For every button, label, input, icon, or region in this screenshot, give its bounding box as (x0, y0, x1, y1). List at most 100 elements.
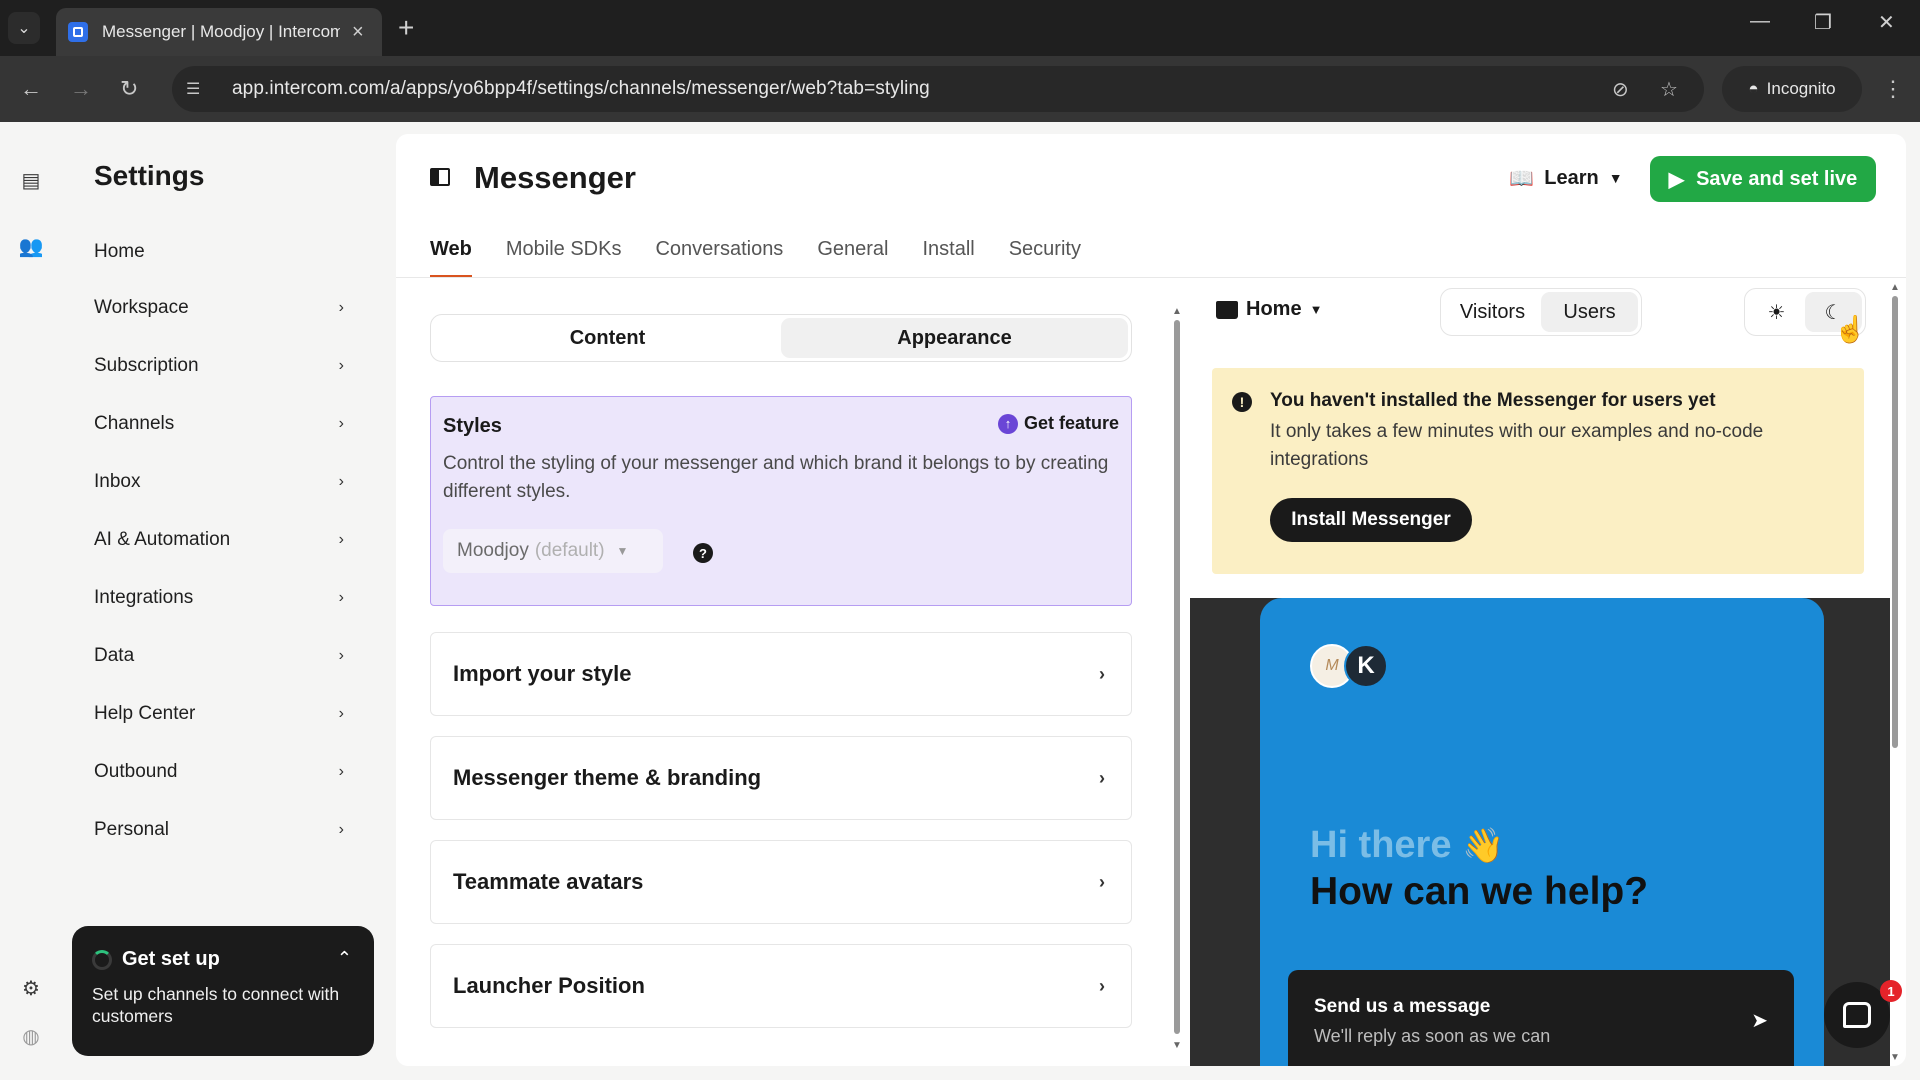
contacts-icon[interactable]: 👥 (19, 234, 44, 258)
scroll-up-icon[interactable]: ▲ (1890, 282, 1900, 293)
bookmark-star-icon[interactable]: ☆ (1660, 66, 1678, 112)
sidebar-item-help-center[interactable]: Help Center › (86, 692, 372, 736)
browser-tab-bar: ⌄ Messenger | Moodjoy | Intercom × + — ❐… (0, 0, 1920, 56)
warning-title: You haven't installed the Messenger for … (1270, 390, 1716, 411)
settings-gear-icon[interactable]: ⚙ (19, 976, 43, 1000)
style-default-tag: (default) (534, 540, 605, 561)
sidebar-item-label: Outbound (94, 761, 178, 782)
profile-avatar-icon[interactable]: ◍ (19, 1024, 43, 1048)
learn-button[interactable]: 📖 Learn ▼ (1504, 156, 1628, 200)
info-icon: ! (1232, 392, 1252, 412)
sidebar-item-subscription[interactable]: Subscription › (86, 344, 372, 388)
browser-tab[interactable]: Messenger | Moodjoy | Intercom × (56, 8, 382, 56)
chat-bubble-icon (1843, 1002, 1871, 1028)
close-window-icon[interactable]: ✕ (1878, 10, 1895, 35)
tab-web[interactable]: Web (430, 238, 472, 278)
tab-mobile-sdks[interactable]: Mobile SDKs (506, 238, 622, 278)
sidebar-item-workspace[interactable]: Workspace › (86, 286, 372, 330)
sidebar-item-personal[interactable]: Personal › (86, 808, 372, 852)
style-select[interactable]: Moodjoy (default) ▼ (443, 529, 663, 573)
tab-conversations[interactable]: Conversations (655, 238, 783, 278)
users-option[interactable]: Users (1541, 292, 1638, 332)
tracking-protection-icon[interactable]: ⊘ (1612, 66, 1629, 112)
sidebar-toggle-icon[interactable] (430, 168, 450, 186)
launcher-position-accordion[interactable]: Launcher Position › (430, 944, 1132, 1028)
visitors-option[interactable]: Visitors (1444, 292, 1541, 332)
teammate-avatars-accordion[interactable]: Teammate avatars › (430, 840, 1132, 924)
sidebar-item-data[interactable]: Data › (86, 634, 372, 678)
messenger-stage: M K Hi there 👋 How can we help? Send us … (1190, 598, 1890, 1066)
scroll-up-icon[interactable]: ▲ (1172, 306, 1182, 317)
warning-text: It only takes a few minutes with our exa… (1270, 421, 1764, 470)
send-title: Send us a message (1314, 996, 1491, 1017)
appearance-segment[interactable]: Appearance (781, 318, 1128, 358)
sidebar-item-label: Data (94, 645, 135, 666)
tab-security[interactable]: Security (1009, 238, 1081, 278)
forward-icon[interactable]: → (70, 76, 92, 102)
incognito-indicator[interactable]: ◓ Incognito (1722, 66, 1862, 112)
book-icon: 📖 (1509, 167, 1535, 190)
import-style-accordion[interactable]: Import your style › (430, 632, 1132, 716)
sidebar-item-integrations[interactable]: Integrations › (86, 576, 372, 620)
back-icon[interactable]: ← (20, 76, 42, 102)
sidebar-item-label: Home (94, 241, 145, 262)
sidebar-item-label: Help Center (94, 703, 196, 724)
sidebar-item-ai-automation[interactable]: AI & Automation › (86, 518, 372, 562)
restore-icon[interactable]: ❐ (1814, 10, 1832, 35)
greeting-label: Hi there (1310, 824, 1452, 866)
chevron-down-icon: ▼ (1608, 170, 1623, 186)
save-and-set-live-button[interactable]: ▶ Save and set live (1650, 156, 1876, 202)
tab-general[interactable]: General (817, 238, 888, 278)
scrollbar-thumb[interactable] (1892, 296, 1898, 748)
mouse-cursor-icon: ☝ (1834, 314, 1867, 344)
browser-menu-icon[interactable]: ⋮ (1882, 76, 1904, 102)
minimize-icon[interactable]: — (1750, 10, 1770, 33)
sidebar-item-home[interactable]: Home (86, 230, 372, 274)
scrollbar-thumb[interactable] (1174, 320, 1180, 1034)
messenger-widget: M K Hi there 👋 How can we help? Send us … (1260, 598, 1824, 1066)
light-mode-icon[interactable]: ☀ (1748, 292, 1805, 332)
teammate-avatar: K (1344, 644, 1388, 688)
get-set-up-card[interactable]: Get set up ⌃ Set up channels to connect … (72, 926, 374, 1056)
sidebar-title: Settings (94, 160, 205, 191)
incognito-icon: ◓ (1748, 79, 1759, 98)
preview-page-label: Home (1246, 298, 1302, 320)
reload-icon[interactable]: ↻ (120, 76, 138, 102)
get-feature-button[interactable]: ↑ Get feature (997, 413, 1119, 434)
audience-toggle: Visitors Users (1440, 288, 1642, 336)
site-info-icon[interactable]: ☰ (186, 79, 216, 99)
sidebar-item-outbound[interactable]: Outbound › (86, 750, 372, 794)
tab-install[interactable]: Install (922, 238, 974, 278)
theme-branding-accordion[interactable]: Messenger theme & branding › (430, 736, 1132, 820)
styles-description: Control the styling of your messenger an… (443, 453, 1109, 502)
preview-scrollbar[interactable]: ▲ ▼ (1890, 282, 1900, 1066)
address-bar[interactable]: ☰ app.intercom.com/a/apps/yo6bpp4f/setti… (172, 66, 1704, 112)
chevron-up-icon[interactable]: ⌃ (337, 948, 352, 969)
chevron-down-icon: ▼ (1309, 302, 1323, 317)
scroll-down-icon[interactable]: ▼ (1172, 1040, 1182, 1051)
sidebar-item-label: Subscription (94, 355, 199, 376)
accordion-label: Import your style (453, 661, 632, 686)
scroll-down-icon[interactable]: ▼ (1890, 1052, 1900, 1063)
chevron-right-icon: › (338, 763, 344, 780)
inbox-icon[interactable]: ▤ (19, 168, 43, 192)
preview-page-dropdown[interactable]: Home ▼ (1216, 298, 1322, 321)
send-message-card[interactable]: Send us a message We'll reply as soon as… (1288, 970, 1794, 1066)
intercom-favicon-icon (68, 22, 88, 42)
content-segment[interactable]: Content (434, 318, 781, 358)
content-appearance-toggle: Content Appearance (430, 314, 1132, 362)
waving-hand-icon: 👋 (1462, 827, 1505, 865)
help-icon[interactable]: ? (693, 543, 713, 563)
unread-badge: 1 (1880, 980, 1902, 1002)
new-tab-button[interactable]: + (398, 12, 414, 44)
close-tab-icon[interactable]: × (352, 21, 364, 44)
tab-search-button[interactable]: ⌄ (8, 12, 40, 44)
sidebar-item-inbox[interactable]: Inbox › (86, 460, 372, 504)
save-label: Save and set live (1696, 167, 1858, 190)
sidebar-item-channels[interactable]: Channels › (86, 402, 372, 446)
sidebar-item-label: Personal (94, 819, 169, 840)
incognito-label: Incognito (1766, 79, 1836, 98)
settings-scrollbar[interactable]: ▲ ▼ (1172, 306, 1182, 1052)
install-messenger-button[interactable]: Install Messenger (1270, 498, 1472, 542)
upgrade-icon: ↑ (997, 413, 1018, 434)
